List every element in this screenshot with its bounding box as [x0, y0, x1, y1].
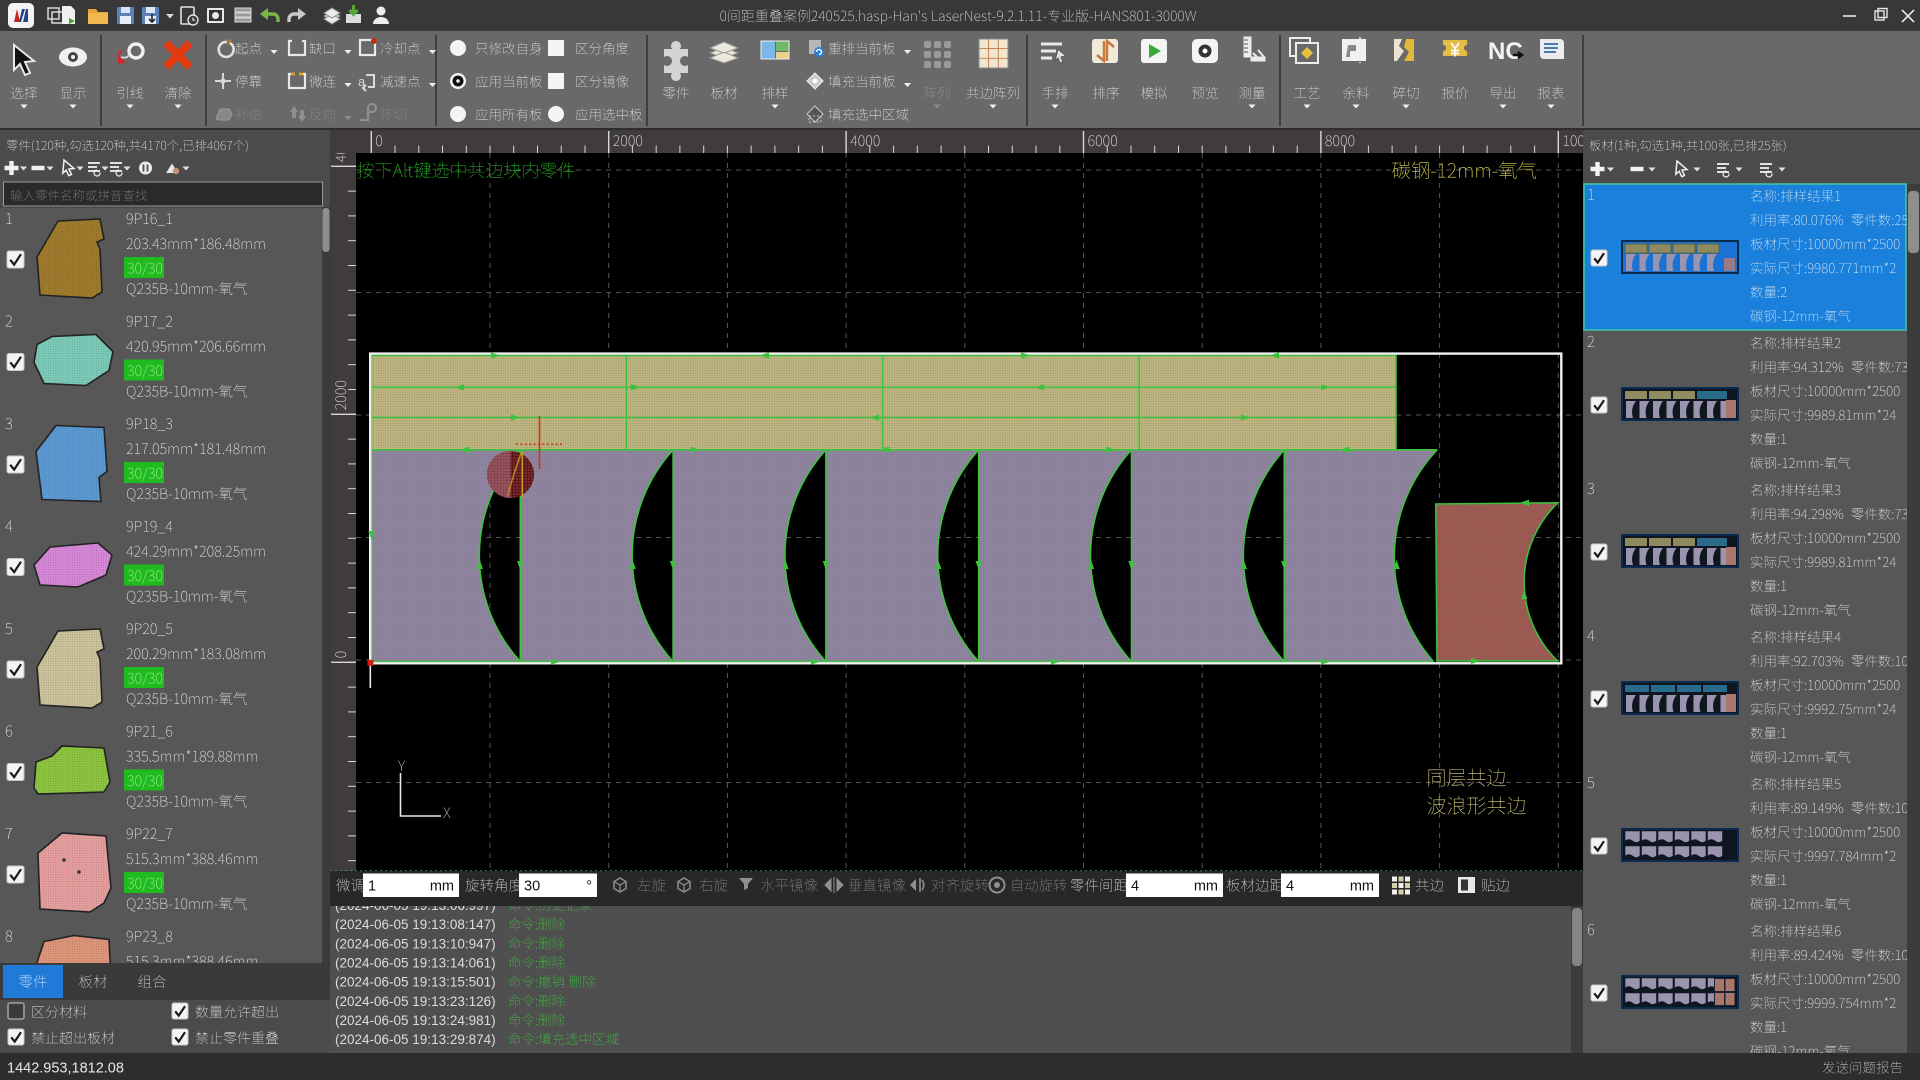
svg-text:mm: mm [1350, 879, 1374, 895]
svg-text:°: ° [586, 879, 592, 895]
svg-text:(2024-06-05 19:13:23:126): (2024-06-05 19:13:23:126) [335, 994, 496, 1009]
svg-text:1442.953,1812.08: 1442.953,1812.08 [7, 1061, 124, 1077]
svg-text:mm: mm [1194, 879, 1218, 895]
svg-text:(2024-06-05 19:13:08:147): (2024-06-05 19:13:08:147) [335, 917, 496, 932]
svg-text:30: 30 [524, 879, 540, 895]
svg-text:mm: mm [430, 879, 454, 895]
svg-text:(2024-06-05 19:13:06:997): (2024-06-05 19:13:06:997) [335, 906, 496, 913]
svg-text:1: 1 [368, 879, 376, 895]
svg-text:NC: NC [1488, 38, 1523, 65]
svg-text:4: 4 [1131, 879, 1139, 895]
svg-text:(2024-06-05 19:13:29:874): (2024-06-05 19:13:29:874) [335, 1032, 496, 1047]
svg-text:(2024-06-05 19:13:15:501): (2024-06-05 19:13:15:501) [335, 975, 496, 990]
svg-text:(2024-06-05 19:13:14:061): (2024-06-05 19:13:14:061) [335, 955, 496, 970]
svg-text:(2024-06-05 19:13:10:947): (2024-06-05 19:13:10:947) [335, 936, 496, 951]
svg-text:(2024-06-05 19:13:24:981): (2024-06-05 19:13:24:981) [335, 1013, 496, 1028]
svg-text:4: 4 [1286, 879, 1294, 895]
